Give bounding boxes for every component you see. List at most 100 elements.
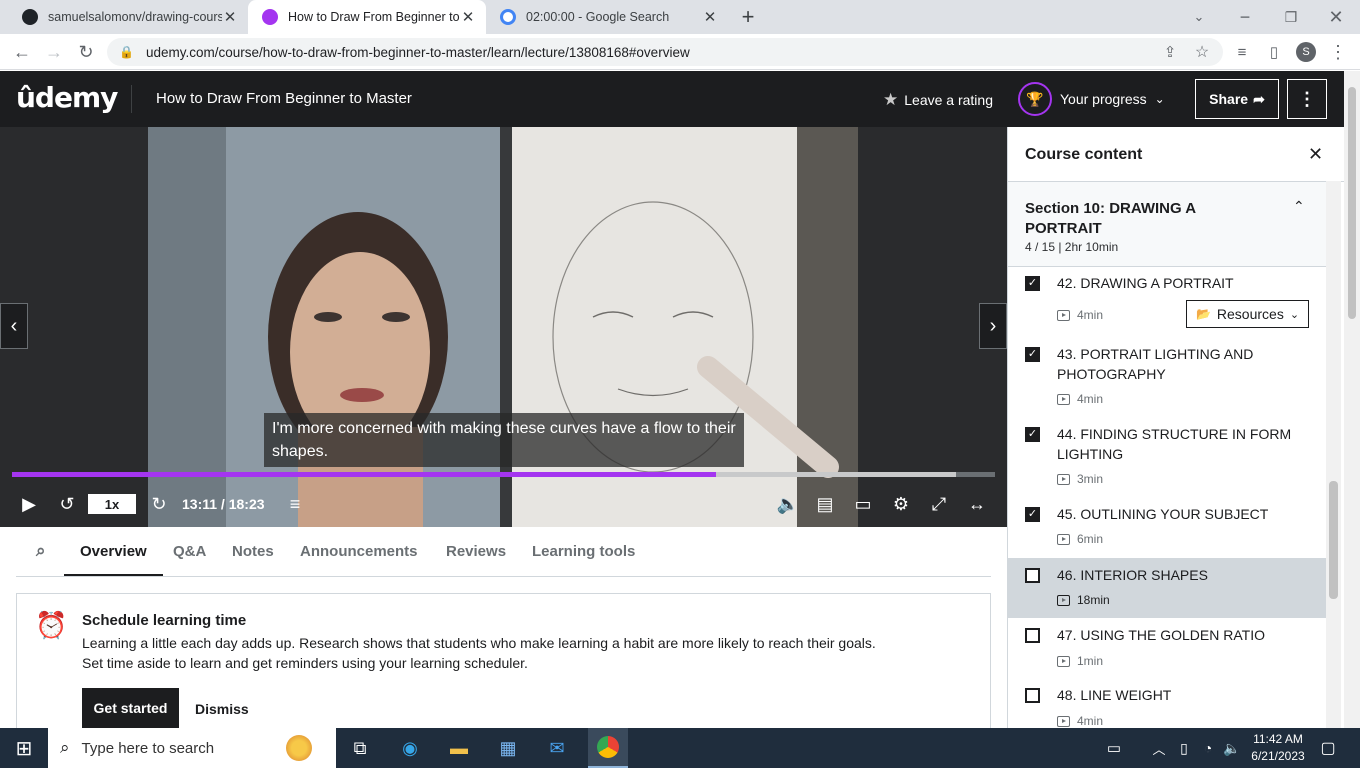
back-icon[interactable]: ← [8, 38, 36, 66]
dismiss-button[interactable]: Dismiss [195, 701, 249, 717]
window-close-icon[interactable]: ✕ [1322, 3, 1350, 31]
completed-checkbox[interactable]: ✓ [1025, 276, 1040, 291]
playback-speed-button[interactable]: 1x [88, 494, 136, 514]
side-panel-icon[interactable]: ▯ [1260, 38, 1288, 66]
close-tab-icon[interactable]: ✕ [460, 8, 476, 26]
more-options-button[interactable]: ⋮ [1287, 79, 1327, 119]
forward-icon[interactable]: ↻ [146, 491, 172, 517]
completed-checkbox[interactable]: ✓ [1025, 427, 1040, 442]
lecture-item[interactable]: 48. LINE WEIGHT 4min [1008, 678, 1326, 728]
your-progress-button[interactable]: 🏆 Your progress ⌄ [1018, 82, 1165, 116]
sidebar-scrollbar[interactable] [1326, 181, 1341, 728]
tab-reviews[interactable]: Reviews [446, 543, 506, 560]
lecture-duration: 18min [1057, 593, 1110, 607]
chevron-up-icon: ⌃ [1293, 198, 1305, 214]
minimize-icon[interactable]: − [1231, 3, 1259, 31]
share-button[interactable]: Share ➦ [1195, 79, 1279, 119]
lecture-title: 46. INTERIOR SHAPES [1057, 567, 1208, 583]
udemy-logo[interactable]: ûdemy [16, 81, 118, 114]
leave-rating-label: Leave a rating [904, 92, 993, 108]
chevron-down-icon: ⌄ [1289, 308, 1300, 321]
chrome-taskbar-icon[interactable] [588, 728, 628, 768]
restore-icon[interactable]: ❐ [1277, 3, 1305, 31]
tab-announcements[interactable]: Announcements [300, 543, 418, 560]
windows-start-icon[interactable]: ⊞ [10, 734, 38, 762]
captions-icon[interactable]: ▭ [850, 491, 876, 517]
settings-gear-icon[interactable]: ⚙ [888, 491, 914, 517]
edge-browser-icon[interactable]: ◉ [396, 734, 424, 762]
video-player[interactable]: ‹ › I'm more concerned with making these… [0, 127, 1007, 527]
transcript-icon[interactable]: ▤ [812, 491, 838, 517]
profile-avatar[interactable]: S [1292, 38, 1320, 66]
sidebar-scroll-thumb[interactable] [1329, 481, 1338, 599]
course-title[interactable]: How to Draw From Beginner to Master [156, 90, 412, 107]
reload-icon[interactable]: ↻ [72, 38, 100, 66]
rewind-icon[interactable]: ↺ [54, 491, 80, 517]
close-tab-icon[interactable]: ✕ [702, 8, 718, 26]
tab-qa[interactable]: Q&A [173, 543, 206, 560]
lecture-item[interactable]: ✓ 43. PORTRAIT LIGHTING AND PHOTOGRAPHY … [1008, 337, 1326, 417]
system-clock[interactable]: 11:42 AM 6/21/2023 [1246, 731, 1310, 765]
keyboard-icon[interactable]: ▭ [1100, 734, 1128, 762]
duration-text: 4min [1077, 392, 1104, 406]
tab-title: How to Draw From Beginner to Master [288, 10, 460, 24]
previous-lecture-button[interactable]: ‹ [0, 303, 28, 349]
video-progress-bar[interactable] [12, 472, 995, 477]
url-field[interactable]: 🔒 udemy.com/course/how-to-draw-from-begi… [107, 38, 1223, 66]
lecture-item[interactable]: ✓ 45. OUTLINING YOUR SUBJECT 6min [1008, 497, 1326, 558]
next-lecture-button[interactable]: › [979, 303, 1007, 349]
share-page-icon[interactable]: ⇪ [1156, 38, 1184, 66]
close-tab-icon[interactable]: ✕ [222, 8, 238, 26]
notes-icon[interactable]: ≡ [282, 491, 308, 517]
completed-checkbox[interactable]: ✓ [1025, 507, 1040, 522]
chrome-icon [597, 736, 619, 758]
lecture-item[interactable]: ✓ 44. FINDING STRUCTURE IN FORM LIGHTING… [1008, 417, 1326, 497]
fullscreen-icon[interactable]: ⤢ [926, 491, 952, 517]
search-icon[interactable]: ⌕ [36, 541, 46, 561]
get-started-button[interactable]: Get started [82, 688, 179, 728]
show-hidden-icons[interactable]: ︿ [1145, 734, 1173, 762]
video-frame [148, 127, 858, 527]
new-tab-icon[interactable]: + [734, 3, 762, 31]
your-progress-label: Your progress [1060, 91, 1147, 107]
bookmark-star-icon[interactable]: ☆ [1188, 38, 1216, 66]
lecture-duration: 4min [1057, 308, 1103, 322]
page-scrollbar[interactable] [1344, 71, 1360, 728]
tab-overview[interactable]: Overview [64, 543, 163, 576]
lecture-item[interactable]: ✓ 42. DRAWING A PORTRAIT 4min 📂 Resource… [1008, 267, 1326, 337]
duration-text: 18min [1077, 593, 1110, 607]
resources-dropdown[interactable]: 📂 Resources ⌄ [1186, 300, 1309, 328]
completed-checkbox[interactable]: ✓ [1025, 347, 1040, 362]
incomplete-checkbox[interactable] [1025, 688, 1040, 703]
taskbar-search-box[interactable]: ⌕ Type here to search [48, 728, 336, 768]
media-control-icon[interactable]: ≡ [1228, 38, 1256, 66]
lecture-title: 44. FINDING STRUCTURE IN FORM LIGHTING [1057, 426, 1292, 462]
volume-icon[interactable]: 🔈 [1218, 734, 1246, 762]
lecture-title: 45. OUTLINING YOUR SUBJECT [1057, 506, 1269, 522]
mail-icon[interactable]: ✉ [543, 734, 571, 762]
tab-learning-tools[interactable]: Learning tools [532, 543, 635, 560]
expand-icon[interactable]: ↔ [964, 491, 990, 517]
browser-menu-icon[interactable]: ⋮ [1324, 38, 1352, 66]
tab-search-icon[interactable]: ⌄ [1185, 3, 1213, 31]
lecture-item-current[interactable]: 46. INTERIOR SHAPES 18min [1008, 558, 1326, 618]
incomplete-checkbox[interactable] [1025, 628, 1040, 643]
leave-rating-button[interactable]: ★ Leave a rating [883, 90, 993, 110]
browser-tab-bar: samuelsalomonv/drawing-course ✕ How to D… [0, 0, 1360, 34]
task-view-icon[interactable]: ⧉ [346, 734, 374, 762]
incomplete-checkbox[interactable] [1025, 568, 1040, 583]
volume-icon[interactable]: 🔈 [775, 491, 801, 517]
lecture-item[interactable]: 47. USING THE GOLDEN RATIO 1min [1008, 618, 1326, 678]
browser-tab-github[interactable]: samuelsalomonv/drawing-course ✕ [8, 0, 248, 34]
forward-icon[interactable]: → [40, 38, 68, 66]
page-scroll-thumb[interactable] [1348, 87, 1356, 319]
tab-notes[interactable]: Notes [232, 543, 274, 560]
play-icon[interactable]: ▶ [16, 491, 42, 517]
file-explorer-icon[interactable]: ▬ [445, 734, 473, 762]
close-sidebar-icon[interactable]: ✕ [1308, 144, 1323, 165]
browser-tab-udemy[interactable]: How to Draw From Beginner to Master ✕ [248, 0, 486, 34]
microsoft-store-icon[interactable]: ▦ [494, 734, 522, 762]
section-header[interactable]: Section 10: DRAWING A PORTRAIT 4 / 15 | … [1008, 182, 1326, 267]
browser-tab-google[interactable]: 02:00:00 - Google Search ✕ [486, 0, 728, 34]
notification-icon[interactable]: ▢ [1314, 734, 1342, 762]
